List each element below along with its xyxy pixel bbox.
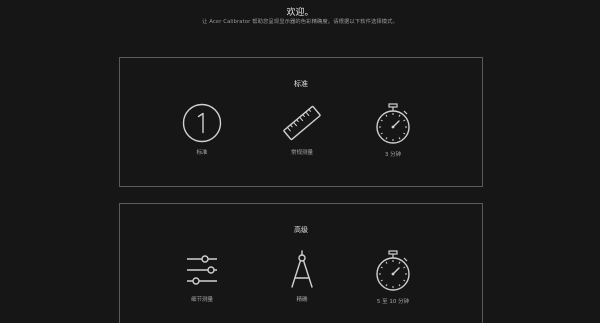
advanced-mode-panel[interactable]: 高级 细节测量 精确 5 至 10 分钟 xyxy=(119,203,483,323)
option-precise[interactable]: 精确 xyxy=(262,250,342,303)
ruler-icon xyxy=(283,105,321,141)
option-standard[interactable]: 标准 xyxy=(162,103,242,156)
stopwatch-icon xyxy=(376,250,410,291)
option-label: 精确 xyxy=(296,297,308,303)
sliders-icon xyxy=(187,255,217,285)
page-subtitle: 让 Acer Calibrator 帮助您呈现显示器的色彩精确度。请根据以下软件… xyxy=(202,19,398,25)
option-5-to-10-minutes[interactable]: 5 至 10 分钟 xyxy=(353,250,433,305)
panel-title-advanced: 高级 xyxy=(294,226,308,234)
option-detailed-measurement[interactable]: 细节测量 xyxy=(162,250,242,303)
panel-title-standard: 标准 xyxy=(294,80,308,88)
number-one-circle-icon xyxy=(182,103,222,143)
option-3-minutes[interactable]: 3 分钟 xyxy=(353,103,433,158)
standard-mode-panel[interactable]: 标准 标准 常规测量 3 分钟 xyxy=(119,57,483,187)
option-label: 常规测量 xyxy=(290,150,313,156)
option-label: 标准 xyxy=(196,150,208,156)
compass-icon xyxy=(291,250,313,288)
option-label: 细节测量 xyxy=(190,297,213,303)
stopwatch-icon xyxy=(376,103,410,144)
option-label: 5 至 10 分钟 xyxy=(376,299,410,305)
option-label: 3 分钟 xyxy=(384,152,402,158)
option-general-measurement[interactable]: 常规测量 xyxy=(262,103,342,156)
